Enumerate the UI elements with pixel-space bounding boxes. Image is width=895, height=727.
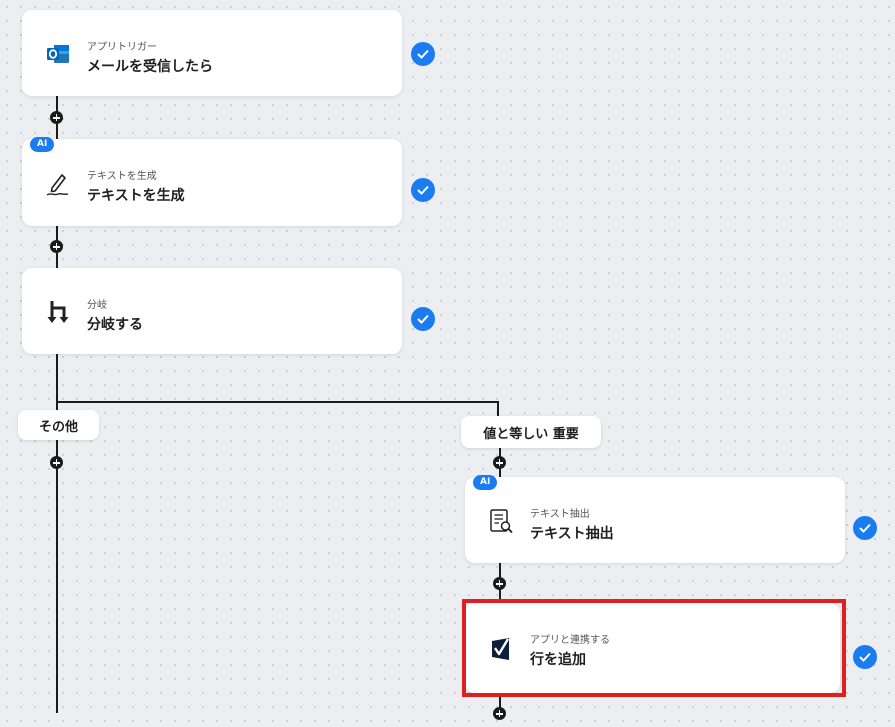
step-type-label: アプリトリガー bbox=[87, 42, 157, 53]
add-step-button[interactable] bbox=[493, 456, 506, 469]
add-step-button[interactable] bbox=[493, 577, 506, 590]
step-card-email-trigger[interactable]: アプリトリガー メールを受信したら bbox=[22, 10, 402, 96]
add-step-button[interactable] bbox=[50, 240, 63, 253]
step-card-extract-text[interactable]: AI テキスト抽出 テキスト抽出 bbox=[465, 475, 845, 563]
selection-highlight-box bbox=[462, 599, 846, 697]
step-type-label: 分岐 bbox=[87, 300, 107, 311]
branch-icon bbox=[44, 298, 72, 326]
add-step-button[interactable] bbox=[50, 111, 63, 124]
pen-icon bbox=[44, 169, 72, 197]
step-card-generate-text[interactable]: AI テキストを生成 テキストを生成 bbox=[22, 137, 402, 226]
step-title: 分岐する bbox=[87, 317, 143, 333]
completed-check-icon bbox=[853, 516, 877, 540]
branch-label-equals-important[interactable]: 値と等しい 重要 bbox=[461, 416, 601, 448]
outlook-icon bbox=[44, 40, 72, 68]
completed-check-icon bbox=[411, 42, 435, 66]
step-card-branch[interactable]: 分岐 分岐する bbox=[22, 268, 402, 354]
completed-check-icon bbox=[411, 307, 435, 331]
document-search-icon bbox=[487, 507, 515, 535]
add-step-button[interactable] bbox=[493, 707, 506, 720]
branch-label-other[interactable]: その他 bbox=[18, 410, 99, 440]
ai-badge: AI bbox=[473, 475, 498, 490]
add-step-button[interactable] bbox=[50, 456, 63, 469]
step-title: テキスト抽出 bbox=[530, 526, 614, 542]
step-type-label: テキスト抽出 bbox=[530, 509, 590, 520]
step-type-label: テキストを生成 bbox=[87, 171, 157, 182]
ai-badge: AI bbox=[30, 137, 55, 152]
completed-check-icon bbox=[411, 178, 435, 202]
step-title: メールを受信したら bbox=[87, 59, 213, 75]
completed-check-icon bbox=[853, 645, 877, 669]
step-title: テキストを生成 bbox=[87, 188, 185, 204]
